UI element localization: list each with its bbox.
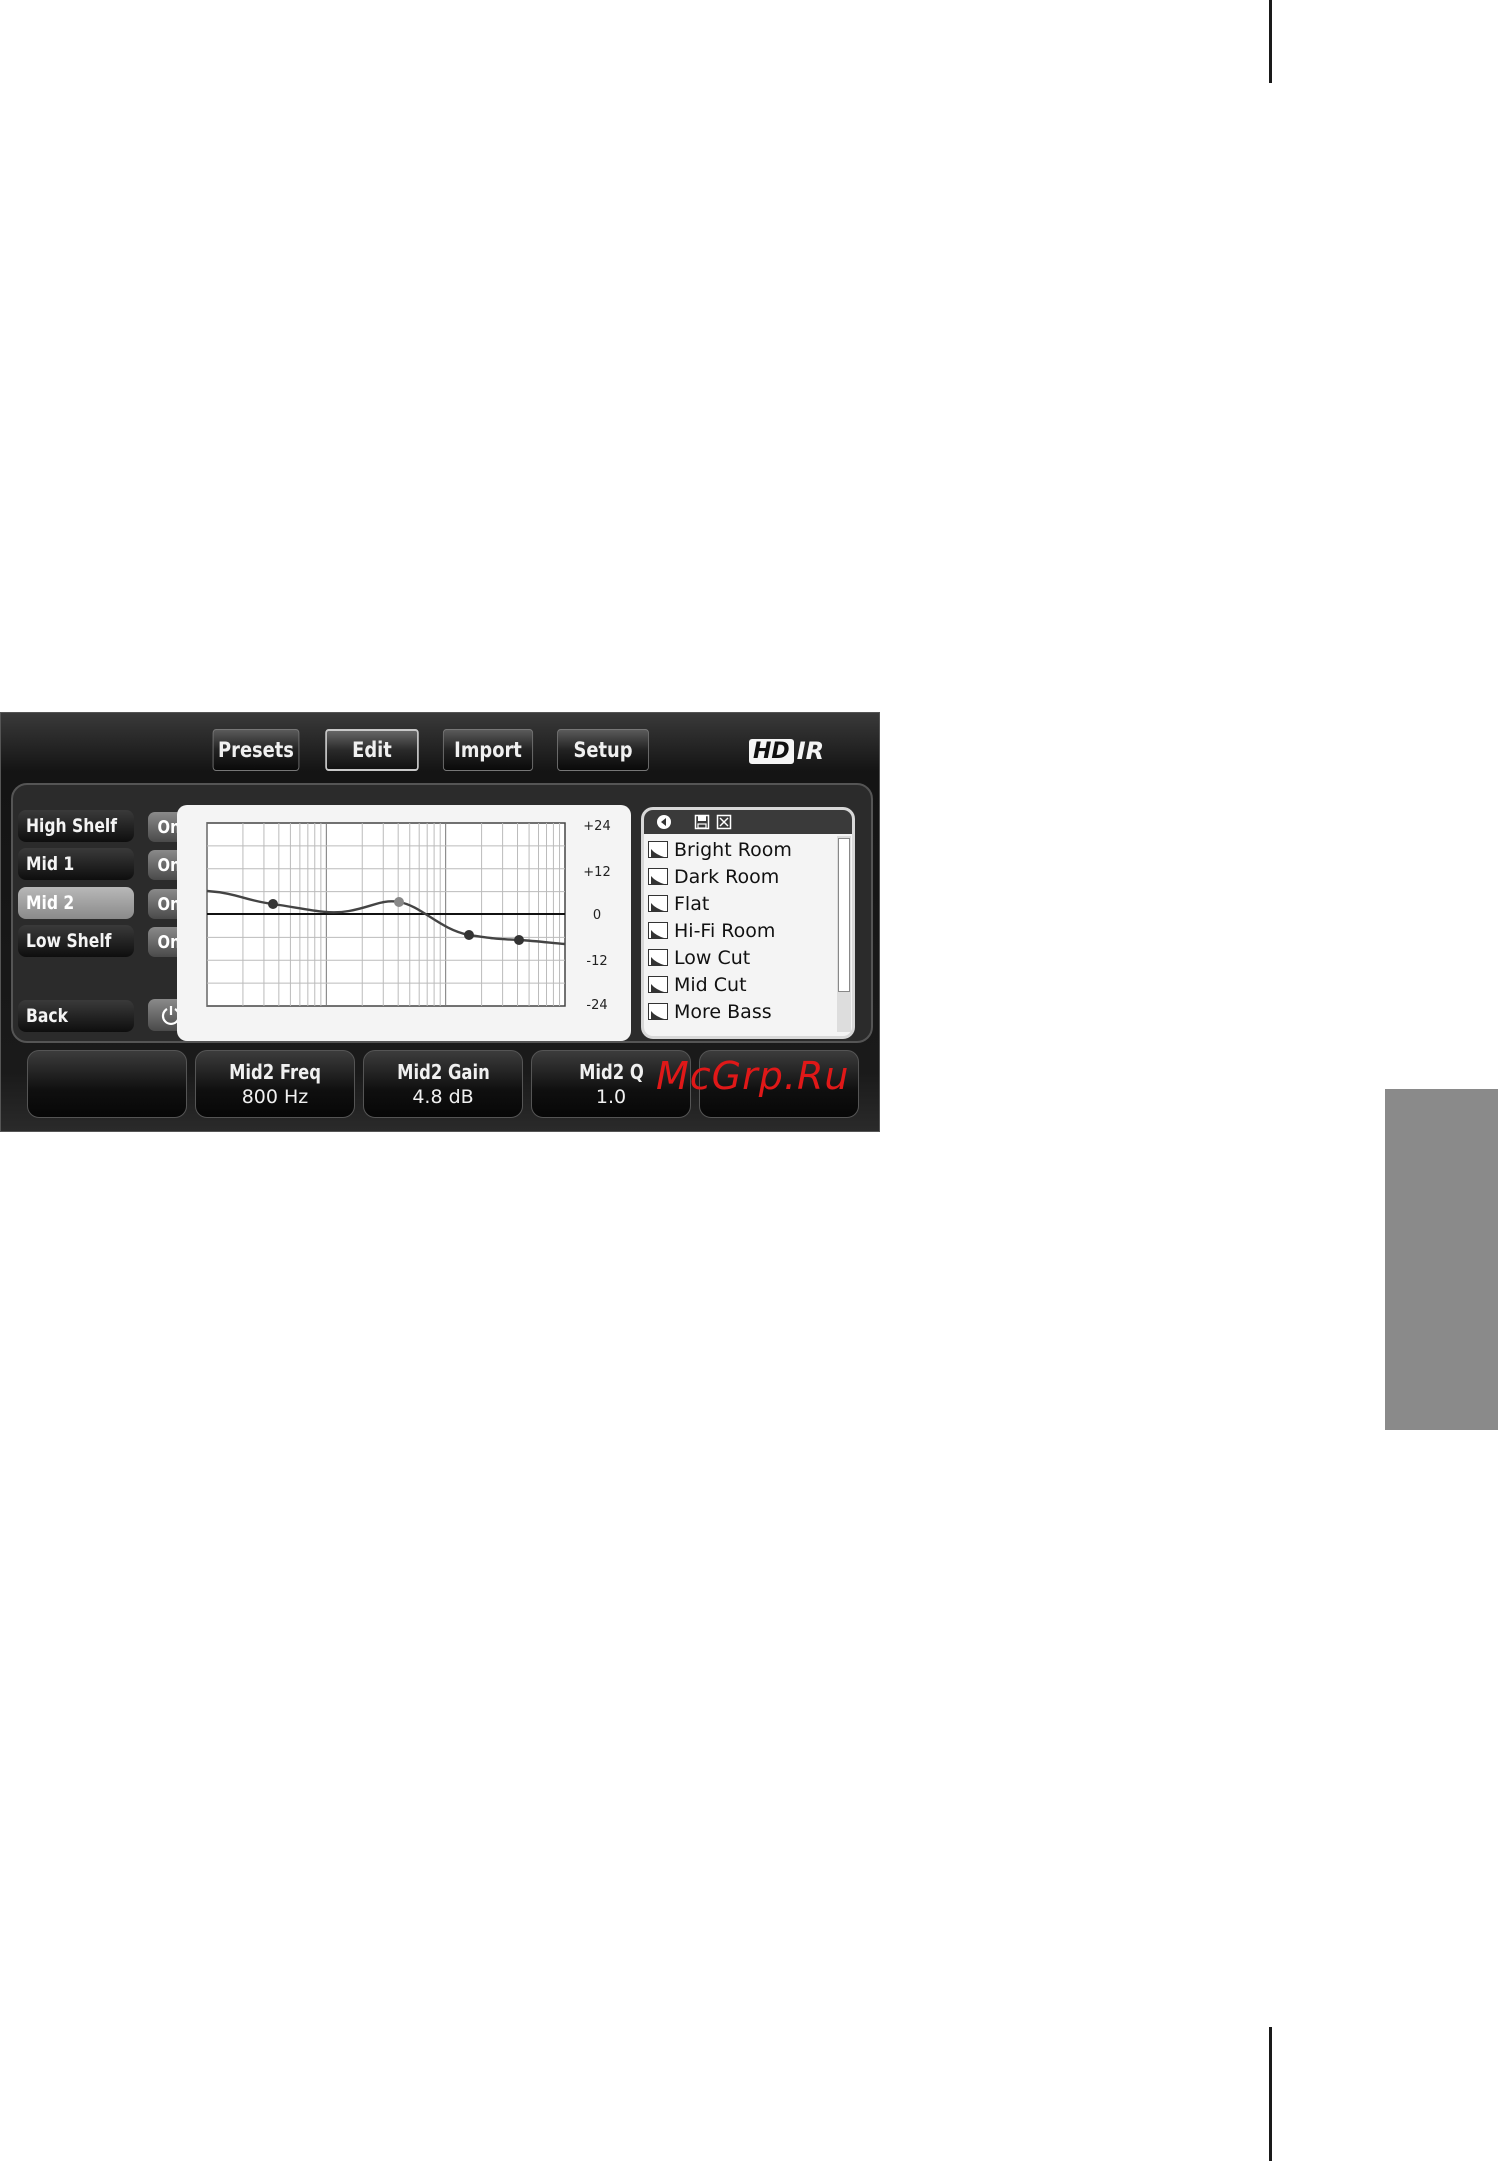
tab-setup[interactable]: Setup: [557, 729, 649, 771]
preset-browser: Bright Room Dark Room Flat Hi-Fi Room Lo…: [641, 807, 855, 1039]
param-value: 800 Hz: [241, 1086, 309, 1108]
back-label: Back: [26, 1005, 68, 1027]
preset-item[interactable]: Low Cut: [648, 944, 836, 971]
band-high-shelf[interactable]: High Shelf: [18, 810, 134, 842]
preset-label: Low Cut: [674, 946, 751, 969]
band-low-shelf[interactable]: Low Shelf: [18, 925, 134, 957]
preset-item[interactable]: More Bass: [648, 998, 836, 1025]
db-label-plus12: +12: [583, 865, 610, 880]
band-label: Low Shelf: [26, 930, 112, 952]
logo-ir: IR: [796, 737, 825, 765]
logo-hd: HD: [749, 738, 794, 764]
preset-label: Dark Room: [674, 865, 780, 888]
eq-curve-graph[interactable]: +24 +12 0 -12 -24: [177, 805, 631, 1041]
preset-toolbar: [644, 810, 852, 834]
page-side-tab: [1385, 1089, 1498, 1430]
param-name: Mid2 Gain: [396, 1060, 490, 1084]
preset-item[interactable]: Bright Room: [648, 836, 836, 863]
param-value: 1.0: [595, 1086, 627, 1108]
db-label-minus12: -12: [586, 954, 607, 969]
band-mid-2[interactable]: Mid 2: [18, 887, 134, 919]
preset-label: Mid Cut: [674, 973, 747, 996]
db-label-plus24: +24: [583, 819, 610, 834]
preset-file-icon: [648, 895, 668, 912]
band-mid-1[interactable]: Mid 1: [18, 848, 134, 880]
param-mid2-gain[interactable]: Mid2 Gain 4.8 dB: [363, 1050, 523, 1118]
crop-mark-bottom: [1269, 2027, 1272, 2161]
mid-1-node[interactable]: [464, 930, 474, 940]
band-label: Mid 1: [26, 853, 75, 875]
tab-import[interactable]: Import: [442, 729, 534, 771]
hd-ir-logo: HD IR: [749, 735, 824, 767]
preset-scroll-thumb[interactable]: [838, 838, 850, 992]
eq-graph-svg: +24 +12 0 -12 -24: [206, 819, 611, 1013]
preset-label: Hi-Fi Room: [674, 919, 776, 942]
preset-file-icon: [648, 922, 668, 939]
preset-label: Flat: [674, 892, 710, 915]
preset-scrollbar[interactable]: [837, 836, 851, 1032]
tab-presets[interactable]: Presets: [212, 729, 300, 771]
watermark: McGrp.Ru: [656, 1054, 850, 1098]
preset-list: Bright Room Dark Room Flat Hi-Fi Room Lo…: [648, 836, 836, 1025]
preset-file-icon: [648, 949, 668, 966]
param-value: 4.8 dB: [412, 1086, 474, 1108]
crop-mark-top: [1269, 0, 1272, 83]
delete-icon[interactable]: [716, 814, 732, 830]
band-label: High Shelf: [26, 815, 118, 837]
param-name: Mid2 Q: [578, 1060, 644, 1084]
low-shelf-node[interactable]: [514, 935, 524, 945]
eq-plugin-panel: Presets Edit Import Setup HD IR High She…: [0, 712, 880, 1132]
tab-edit[interactable]: Edit: [325, 729, 419, 771]
preset-label: More Bass: [674, 1000, 772, 1023]
band-label: Mid 2: [26, 892, 75, 914]
param-empty-slot[interactable]: [27, 1050, 187, 1118]
preset-item[interactable]: Mid Cut: [648, 971, 836, 998]
preset-file-icon: [648, 976, 668, 993]
high-shelf-node[interactable]: [268, 899, 278, 909]
save-icon[interactable]: [694, 814, 710, 830]
back-button[interactable]: Back: [18, 1000, 134, 1032]
mid-2-node[interactable]: [394, 897, 404, 907]
preset-item[interactable]: Hi-Fi Room: [648, 917, 836, 944]
preset-file-icon: [648, 1003, 668, 1020]
preset-label: Bright Room: [674, 838, 792, 861]
param-name: Mid2 Freq: [229, 1060, 321, 1084]
param-mid2-freq[interactable]: Mid2 Freq 800 Hz: [195, 1050, 355, 1118]
preset-file-icon: [648, 841, 668, 858]
db-label-0: 0: [593, 908, 601, 923]
db-label-minus24: -24: [586, 998, 607, 1013]
preset-item[interactable]: Dark Room: [648, 863, 836, 890]
preset-file-icon: [648, 868, 668, 885]
back-arrow-icon[interactable]: [656, 814, 672, 830]
preset-item[interactable]: Flat: [648, 890, 836, 917]
top-toolbar: Presets Edit Import Setup HD IR: [1, 713, 879, 785]
